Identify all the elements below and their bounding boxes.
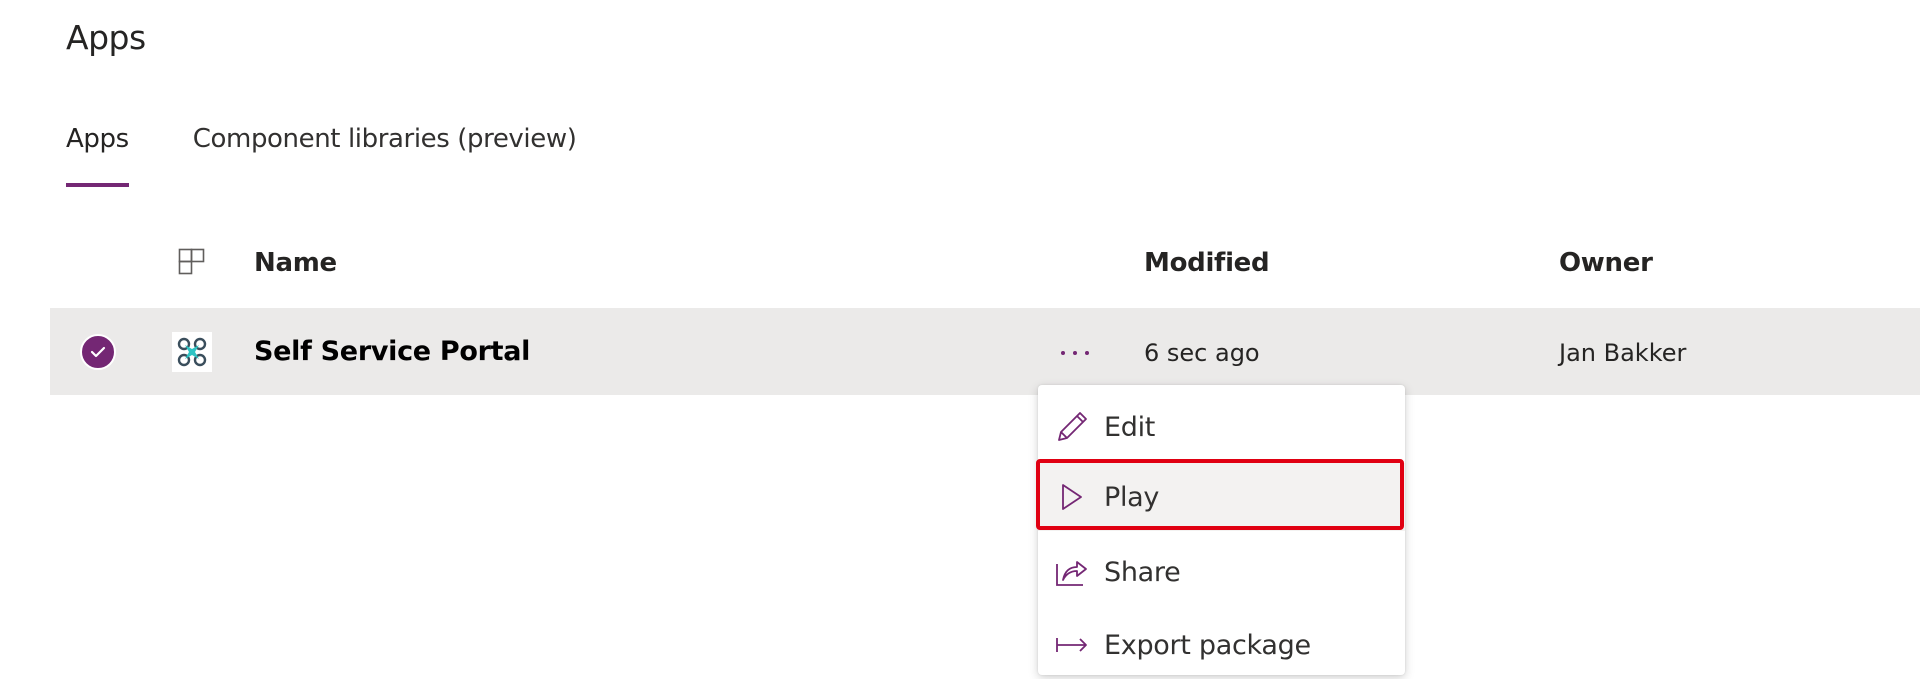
owner-value: Jan Bakker [1559,339,1687,367]
menu-item-export-package[interactable]: Export package [1038,611,1405,679]
column-header-modified[interactable]: Modified [1144,248,1270,278]
pencil-icon [1054,409,1090,445]
menu-item-share[interactable]: Share [1038,538,1405,606]
row-selected-checkmark-icon[interactable] [80,334,116,370]
more-options-button[interactable] [1052,338,1098,368]
context-menu: Edit Play Share Export package [1038,385,1405,675]
menu-item-label: Export package [1104,629,1311,661]
menu-item-label: Play [1104,481,1160,513]
ellipsis-dot [1061,351,1065,355]
app-name[interactable]: Self Service Portal [254,336,530,367]
tab-bar: Apps Component libraries (preview) [66,124,577,188]
drone-app-icon [172,332,212,372]
tab-component-libraries[interactable]: Component libraries (preview) [193,124,577,188]
export-arrow-icon [1054,627,1090,663]
modified-value: 6 sec ago [1144,339,1260,367]
ellipsis-dot [1085,351,1089,355]
menu-item-label: Share [1104,556,1181,588]
play-icon [1054,479,1090,515]
page-title: Apps [66,18,146,57]
table-header: Name Modified Owner [0,240,1920,290]
app-type-icon[interactable] [178,248,206,276]
menu-item-play[interactable]: Play [1038,463,1405,531]
menu-item-edit[interactable]: Edit [1038,393,1405,461]
tab-apps[interactable]: Apps [66,124,129,188]
ellipsis-dot [1073,351,1077,355]
column-header-owner[interactable]: Owner [1559,248,1653,278]
share-icon [1054,554,1090,590]
column-header-name[interactable]: Name [254,248,337,278]
menu-item-label: Edit [1104,411,1156,443]
